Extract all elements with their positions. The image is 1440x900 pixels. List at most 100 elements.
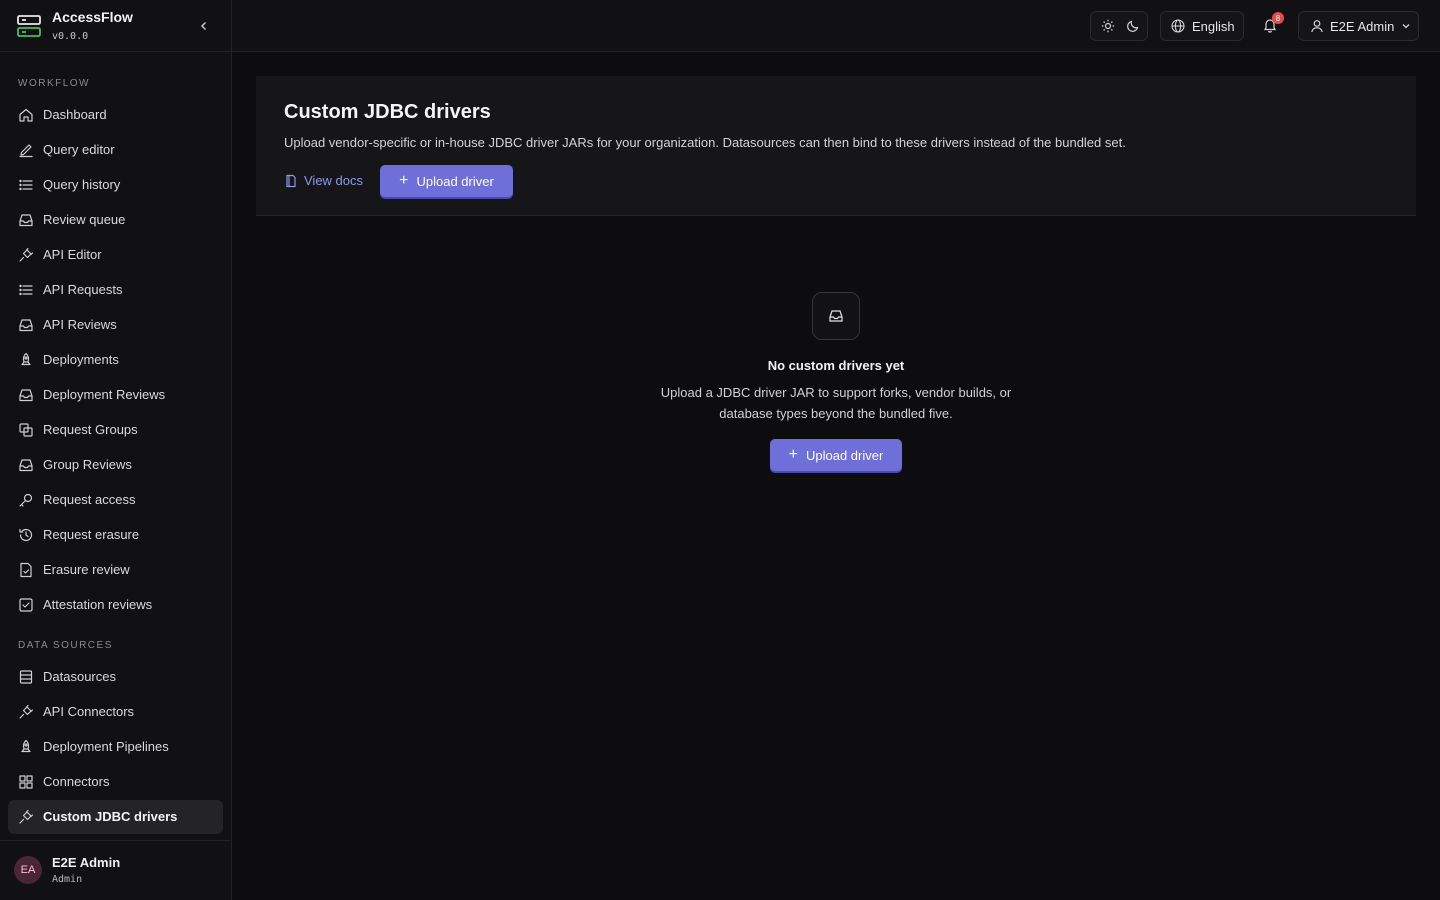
sidebar-item-deployment-reviews[interactable]: Deployment Reviews [8, 378, 223, 412]
document-icon [286, 174, 296, 187]
sidebar-user-role: Admin [52, 874, 83, 885]
page-description: Upload vendor-specific or in-house JDBC … [284, 135, 1126, 150]
sidebar-item-query-editor[interactable]: Query editor [8, 133, 223, 167]
user-menu-button[interactable]: E2E Admin [1298, 11, 1419, 41]
sidebar-item-query-history[interactable]: Query history [8, 168, 223, 202]
sidebar-item-label: Group Reviews [43, 457, 132, 472]
app-version: v0.0.0 [52, 31, 89, 42]
server-logo-icon [17, 15, 41, 37]
collapse-sidebar-button[interactable] [194, 16, 214, 36]
sidebar-item-label: Query history [43, 177, 121, 192]
sidebar-item-api-reviews[interactable]: API Reviews [8, 308, 223, 342]
sidebar-item-label: API Connectors [43, 704, 135, 719]
sidebar-item-label: Erasure review [43, 562, 130, 577]
inbox-icon [19, 459, 33, 472]
theme-toggle [1090, 11, 1148, 41]
sidebar-item-label: Attestation reviews [43, 597, 153, 612]
sidebar-item-label: API Reviews [43, 317, 117, 332]
plug-icon [19, 247, 34, 262]
inbox-icon [829, 310, 843, 322]
sidebar-item-api-requests[interactable]: API Requests [8, 273, 223, 307]
sidebar-item-request-access[interactable]: Request access [8, 483, 223, 517]
chevron-left-icon [201, 22, 206, 30]
sun-icon[interactable] [1101, 19, 1115, 33]
key-icon [19, 493, 33, 507]
chevron-down-icon [1402, 24, 1410, 29]
checkbox-icon [19, 598, 33, 612]
plug-icon [19, 809, 34, 824]
sidebar-item-deployments[interactable]: Deployments [8, 343, 223, 377]
sidebar-item-label: Deployments [43, 352, 119, 367]
plus-icon: + [788, 446, 798, 463]
empty-state-title: No custom drivers yet [767, 358, 905, 373]
top-bar: English 8 E2E Admin [232, 0, 1440, 52]
sidebar-item-label: Review queue [43, 212, 126, 227]
database-icon [19, 670, 33, 684]
sidebar-item-label: Deployment Reviews [43, 387, 166, 402]
moon-icon[interactable] [1126, 19, 1140, 33]
sidebar-item-api-editor[interactable]: API Editor [8, 238, 223, 272]
avatar: EA [14, 856, 42, 884]
sidebar-item-label: Dashboard [43, 107, 107, 122]
sidebar-item-datasources[interactable]: Datasources [8, 660, 223, 694]
sidebar-item-label: Query editor [43, 142, 115, 157]
sidebar-item-label: API Editor [43, 247, 102, 262]
plug-icon [19, 704, 34, 719]
sidebar-item-label: Connectors [43, 774, 110, 789]
sidebar-item-label: Request access [43, 492, 136, 507]
upload-driver-label: Upload driver [416, 173, 494, 189]
pencil-icon [19, 144, 33, 158]
grid-icon [19, 775, 33, 789]
empty-state-icon-box [812, 292, 860, 340]
rocket-icon [21, 739, 31, 753]
upload-driver-button[interactable]: + Upload driver [380, 165, 513, 197]
sidebar-item-review-queue[interactable]: Review queue [8, 203, 223, 237]
sidebar-item-connectors[interactable]: Connectors [8, 765, 223, 799]
brand-header: AccessFlow v0.0.0 [0, 0, 231, 52]
plus-icon: + [399, 172, 409, 189]
sidebar-item-attestation-reviews[interactable]: Attestation reviews [8, 588, 223, 622]
sidebar-item-label: Request Groups [43, 422, 138, 437]
notification-badge: 8 [1272, 12, 1284, 24]
inbox-icon [19, 389, 33, 402]
sidebar-item-label: Custom JDBC drivers [43, 809, 178, 824]
sidebar-user-name: E2E Admin [52, 855, 121, 870]
inbox-icon [19, 214, 33, 227]
sidebar-item-api-connectors[interactable]: API Connectors [8, 695, 223, 729]
sidebar-item-group-reviews[interactable]: Group Reviews [8, 448, 223, 482]
empty-upload-driver-button[interactable]: + Upload driver [770, 439, 902, 471]
empty-upload-driver-label: Upload driver [806, 447, 884, 463]
language-selector[interactable]: English [1160, 11, 1244, 41]
sidebar: AccessFlow v0.0.0 WORKFLOW Dashboard Query… [0, 0, 232, 900]
app-name: AccessFlow [52, 9, 133, 25]
sidebar-item-label: Deployment Pipelines [43, 739, 169, 754]
layers-icon [19, 423, 33, 437]
sidebar-item-request-groups[interactable]: Request Groups [8, 413, 223, 447]
globe-icon [1171, 19, 1185, 33]
page-header-card: Custom JDBC drivers Upload vendor-specif… [256, 76, 1416, 216]
section-label: WORKFLOW [18, 78, 90, 89]
sidebar-item-label: API Requests [43, 282, 123, 297]
sidebar-user[interactable]: EA E2E Admin Admin [0, 840, 231, 900]
sidebar-item-erasure-review[interactable]: Erasure review [8, 553, 223, 587]
rocket-icon [21, 352, 31, 366]
home-icon [19, 108, 33, 122]
sidebar-item-label: Request erasure [43, 527, 140, 542]
language-label: English [1192, 19, 1235, 34]
empty-state-description: Upload a JDBC driver JAR to support fork… [660, 385, 1012, 421]
sidebar-item-dashboard[interactable]: Dashboard [8, 98, 223, 132]
user-icon [1311, 20, 1323, 33]
inbox-icon [19, 319, 33, 332]
app-root: AccessFlow v0.0.0 WORKFLOW Dashboard Query… [0, 0, 1440, 900]
list-icon [19, 179, 33, 191]
view-docs-link[interactable]: View docs [284, 173, 363, 188]
section-label: DATA SOURCES [18, 640, 113, 651]
history-icon [19, 528, 33, 542]
sidebar-item-custom-jdbc-drivers[interactable]: Custom JDBC drivers [8, 800, 223, 834]
page-title: Custom JDBC drivers [284, 101, 491, 123]
sidebar-item-request-erasure[interactable]: Request erasure [8, 518, 223, 552]
sidebar-item-label: Datasources [43, 669, 116, 684]
file-check-icon [20, 562, 32, 578]
sidebar-item-deployment-pipelines[interactable]: Deployment Pipelines [8, 730, 223, 764]
view-docs-label: View docs [304, 173, 364, 188]
